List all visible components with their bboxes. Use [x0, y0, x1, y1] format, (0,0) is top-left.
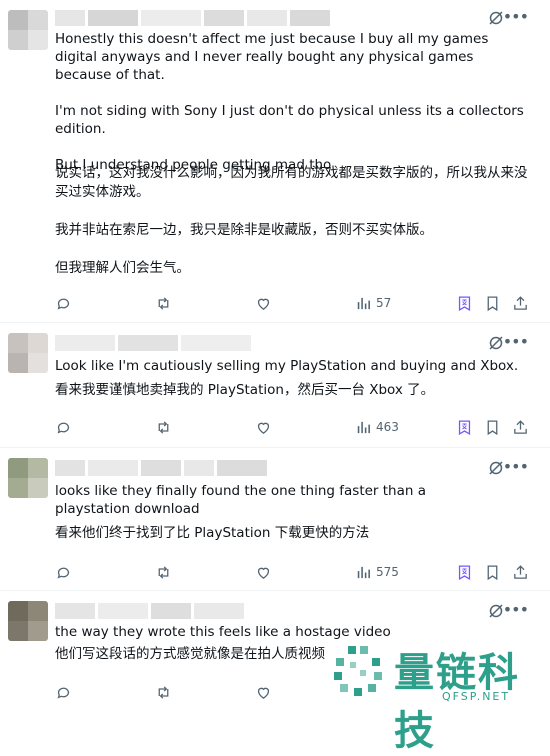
grok-icon[interactable] [488, 10, 504, 26]
like-icon [257, 567, 270, 579]
like-icon [257, 687, 270, 699]
share-button[interactable] [512, 562, 529, 582]
watermark-logo [334, 646, 382, 696]
bookmark-button[interactable] [484, 417, 501, 437]
post-actions: 463 [55, 417, 532, 437]
repost-icon [158, 565, 169, 579]
bookmark-button[interactable] [484, 293, 501, 313]
more-icon[interactable]: ••• [503, 459, 529, 475]
reply-button[interactable] [55, 562, 72, 582]
post-actions: 57 [55, 293, 532, 313]
views-count: 575 [376, 565, 399, 579]
like-icon [257, 422, 270, 434]
repost-button[interactable] [155, 293, 172, 313]
bookmark-button[interactable] [484, 562, 501, 582]
grok-icon[interactable] [488, 603, 504, 619]
repost-icon [158, 420, 169, 434]
translate-icon [458, 295, 471, 311]
post-text-en: looks like they finally found the one th… [55, 483, 426, 517]
reply-icon [57, 687, 70, 699]
repost-button[interactable] [155, 562, 172, 582]
views-icon [357, 297, 370, 309]
bookmark-icon [487, 419, 498, 435]
post-text-translation: 看来我要谨慎地卖掉我的 PlayStation，然后买一台 Xbox 了。 [55, 382, 435, 398]
avatar[interactable] [8, 333, 48, 373]
share-button[interactable] [512, 417, 529, 437]
views-icon [357, 566, 370, 578]
reply-icon [57, 298, 70, 310]
author-name-blurred[interactable] [55, 335, 251, 351]
translate-button[interactable] [456, 562, 473, 582]
bookmark-icon [487, 295, 498, 311]
reply-button[interactable] [55, 682, 72, 702]
post[interactable]: ••• Honestly this doesn't affect me just… [0, 0, 550, 323]
more-icon[interactable]: ••• [503, 334, 529, 350]
repost-icon [158, 685, 169, 699]
views-count: 463 [376, 420, 399, 434]
translate-button[interactable] [456, 417, 473, 437]
share-icon [514, 419, 527, 434]
share-icon [514, 564, 527, 579]
post-actions: 575 [55, 562, 532, 582]
more-icon[interactable]: ••• [503, 602, 529, 618]
post-text-translation: 说实话，这对我没什么影响，因为我所有的游戏都是买数字版的，所以我从来没买过实体游… [55, 165, 528, 276]
author-name-blurred[interactable] [55, 603, 244, 619]
views-button[interactable]: 463 [355, 417, 399, 437]
post-text-en: Honestly this doesn't affect me just bec… [55, 31, 524, 173]
views-icon [357, 421, 370, 433]
like-icon [257, 298, 270, 310]
watermark: 量链科技 QFSP.NET [330, 638, 550, 754]
reply-icon [57, 422, 70, 434]
like-button[interactable] [255, 562, 272, 582]
views-button[interactable]: 575 [355, 562, 399, 582]
share-button[interactable] [512, 293, 529, 313]
avatar[interactable] [8, 10, 48, 50]
views-button[interactable]: 57 [355, 293, 391, 313]
like-button[interactable] [255, 293, 272, 313]
post[interactable]: ••• Look like I'm cautiously selling my … [0, 323, 550, 448]
reply-button[interactable] [55, 417, 72, 437]
post-text-translation: 看来他们终于找到了比 PlayStation 下载更快的方法 [55, 525, 370, 541]
translate-button[interactable] [456, 293, 473, 313]
translate-icon [458, 564, 471, 580]
grok-icon[interactable] [488, 460, 504, 476]
like-button[interactable] [255, 682, 272, 702]
repost-button[interactable] [155, 417, 172, 437]
more-icon[interactable]: ••• [503, 9, 529, 25]
like-button[interactable] [255, 417, 272, 437]
share-icon [514, 295, 527, 310]
grok-icon[interactable] [488, 335, 504, 351]
post[interactable]: ••• looks like they finally found the on… [0, 448, 550, 591]
repost-icon [158, 296, 169, 310]
avatar[interactable] [8, 458, 48, 498]
repost-button[interactable] [155, 682, 172, 702]
views-count: 57 [376, 296, 392, 310]
author-name-blurred[interactable] [55, 10, 330, 26]
avatar[interactable] [8, 601, 48, 641]
post-text-en: Look like I'm cautiously selling my Play… [55, 358, 519, 374]
bookmark-icon [487, 564, 498, 580]
reply-button[interactable] [55, 293, 72, 313]
reply-icon [57, 567, 70, 579]
translate-icon [458, 419, 471, 435]
author-name-blurred[interactable] [55, 460, 267, 476]
watermark-url: QFSP.NET [442, 690, 511, 703]
